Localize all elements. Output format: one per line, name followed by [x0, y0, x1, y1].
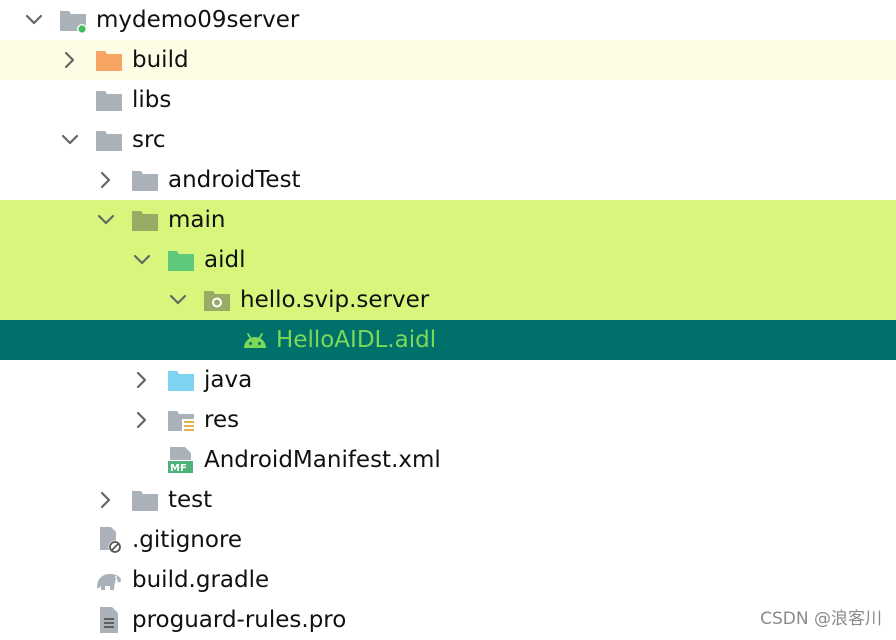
chevron-down-icon[interactable]: [128, 246, 156, 274]
tree-row-label: mydemo09server: [96, 7, 300, 33]
chevron-right-icon[interactable]: [128, 406, 156, 434]
tree-row-mydemo09server[interactable]: mydemo09server: [0, 0, 896, 40]
tree-row-label: build: [132, 47, 189, 73]
tree-row-gitignore[interactable]: .gitignore: [0, 520, 896, 560]
tree-row-build[interactable]: build: [0, 40, 896, 80]
tree-row-main[interactable]: main: [0, 200, 896, 240]
java-source-folder-icon: [166, 366, 196, 394]
project-tree: mydemo09server build libs src androidTes…: [0, 0, 896, 638]
tree-row-label: aidl: [204, 247, 246, 273]
tree-row-label: .gitignore: [132, 527, 243, 553]
tree-row-label: androidTest: [168, 167, 301, 193]
folder-excluded-icon: [94, 46, 124, 74]
ignored-file-icon: [94, 526, 124, 554]
tree-row-aidl[interactable]: aidl: [0, 240, 896, 280]
chevron-right-icon[interactable]: [92, 166, 120, 194]
tree-row-test[interactable]: test: [0, 480, 896, 520]
tree-row-label: src: [132, 127, 166, 153]
android-icon: [240, 326, 270, 354]
aidl-source-folder-icon: [166, 246, 196, 274]
tree-row-androidmanifest-xml[interactable]: MF AndroidManifest.xml: [0, 440, 896, 480]
chevron-down-icon[interactable]: [56, 126, 84, 154]
gradle-elephant-icon: [94, 566, 124, 594]
chevron-down-icon[interactable]: [164, 286, 192, 314]
tree-row-build-gradle[interactable]: build.gradle: [0, 560, 896, 600]
tree-row-label: main: [168, 207, 226, 233]
tree-row-label: build.gradle: [132, 567, 270, 593]
tree-row-label: test: [168, 487, 213, 513]
chevron-down-icon[interactable]: [20, 6, 48, 34]
tree-row-label: res: [204, 407, 240, 433]
resources-folder-icon: [166, 406, 196, 434]
tree-row-src[interactable]: src: [0, 120, 896, 160]
folder-icon: [94, 126, 124, 154]
tree-row-label: libs: [132, 87, 172, 113]
package-icon: [202, 286, 232, 314]
folder-icon: [94, 86, 124, 114]
tree-row-hello-svip-server[interactable]: hello.svip.server: [0, 280, 896, 320]
tree-row-androidtest[interactable]: androidTest: [0, 160, 896, 200]
tree-row-label: java: [204, 367, 253, 393]
tree-row-helloaidl-aidl[interactable]: HelloAIDL.aidl: [0, 320, 896, 360]
folder-icon: [130, 206, 160, 234]
tree-row-label: hello.svip.server: [240, 287, 430, 313]
watermark: CSDN @浪客川: [760, 609, 882, 629]
tree-row-java[interactable]: java: [0, 360, 896, 400]
tree-row-label: HelloAIDL.aidl: [276, 327, 437, 353]
folder-icon: [130, 486, 160, 514]
chevron-right-icon[interactable]: [128, 366, 156, 394]
tree-row-libs[interactable]: libs: [0, 80, 896, 120]
chevron-down-icon[interactable]: [92, 206, 120, 234]
text-file-icon: [94, 606, 124, 634]
tree-row-label: AndroidManifest.xml: [204, 447, 441, 473]
chevron-right-icon[interactable]: [56, 46, 84, 74]
svg-text:MF: MF: [170, 463, 187, 474]
manifest-file-icon: MF: [166, 446, 196, 474]
tree-row-res[interactable]: res: [0, 400, 896, 440]
chevron-right-icon[interactable]: [92, 486, 120, 514]
folder-icon: [130, 166, 160, 194]
module-folder-icon: [58, 6, 88, 34]
tree-row-label: proguard-rules.pro: [132, 607, 347, 633]
